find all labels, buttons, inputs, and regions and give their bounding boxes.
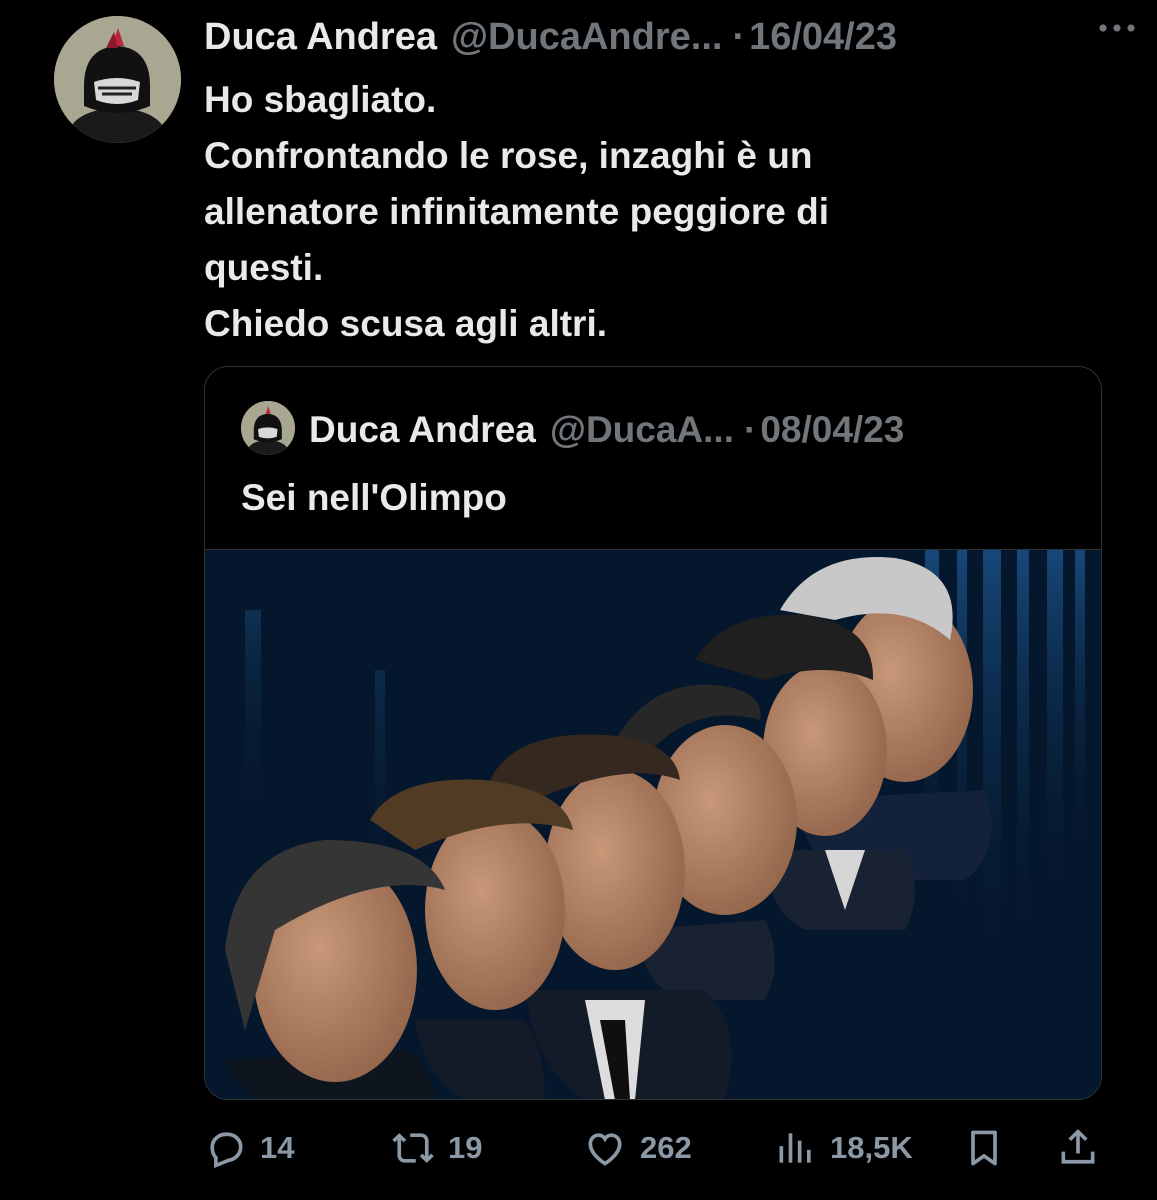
heart-icon [588,1133,622,1166]
more-button[interactable] [1093,8,1141,48]
views-count: 18,5K [830,1130,913,1165]
tweet-text: Ho sbagliato. Confrontando le rose, inza… [204,72,1104,352]
quoted-author-avatar [241,401,295,455]
tweet-text-line: allenatore infinitamente peggiore di [204,191,829,232]
share-icon [1061,1129,1095,1164]
like-button[interactable]: 262 [582,1118,692,1178]
like-count: 262 [640,1130,692,1165]
tweet[interactable]: Duca Andrea @DucaAndre... · 16/04/23 Ho … [0,0,1157,1200]
tweet-action-bar: 14 19 262 18,5K [204,1118,1104,1178]
tweet-text-line: Ho sbagliato. [204,79,437,120]
quoted-header: Duca Andrea @DucaA... · 08/04/23 [309,405,904,455]
tweet-text-line: questi. [204,247,324,288]
reply-button[interactable]: 14 [204,1118,294,1178]
quoted-display-name: Duca Andrea [309,409,536,450]
bookmark-button[interactable] [962,1118,1006,1178]
quoted-image[interactable] [205,549,1101,1099]
quoted-text: Sei nell'Olimpo [241,477,507,518]
quoted-date: 08/04/23 [760,409,905,450]
retweet-count: 19 [448,1130,483,1165]
bookmark-icon [971,1130,997,1166]
share-button[interactable] [1056,1118,1100,1178]
header-separator: · [732,15,746,58]
quoted-avatar-image [241,401,295,455]
views-icon [779,1133,811,1163]
coaches-collage-image [205,550,1101,1099]
tweet-header: Duca Andrea @DucaAndre... · 16/04/23 [204,12,1134,62]
more-horizontal-icon [1099,24,1135,32]
author-avatar[interactable] [54,16,181,143]
quoted-tweet[interactable]: Duca Andrea @DucaA... · 08/04/23 Sei nel… [204,366,1102,1100]
tweet-date[interactable]: 16/04/23 [749,16,897,59]
reply-count: 14 [260,1130,295,1165]
avatar-image [54,16,181,143]
retweet-icon [392,1133,434,1163]
author-handle[interactable]: @DucaAndre... [451,16,722,59]
tweet-text-line: Chiedo scusa agli altri. [204,303,608,344]
reply-icon [210,1132,243,1169]
quoted-handle: @DucaA... [549,409,734,450]
views-button[interactable]: 18,5K [774,1118,913,1178]
retweet-button[interactable]: 19 [390,1118,482,1178]
quoted-separator: · [744,409,757,450]
tweet-text-line: Confrontando le rose, inzaghi è un [204,135,813,176]
author-display-name[interactable]: Duca Andrea [204,16,437,59]
